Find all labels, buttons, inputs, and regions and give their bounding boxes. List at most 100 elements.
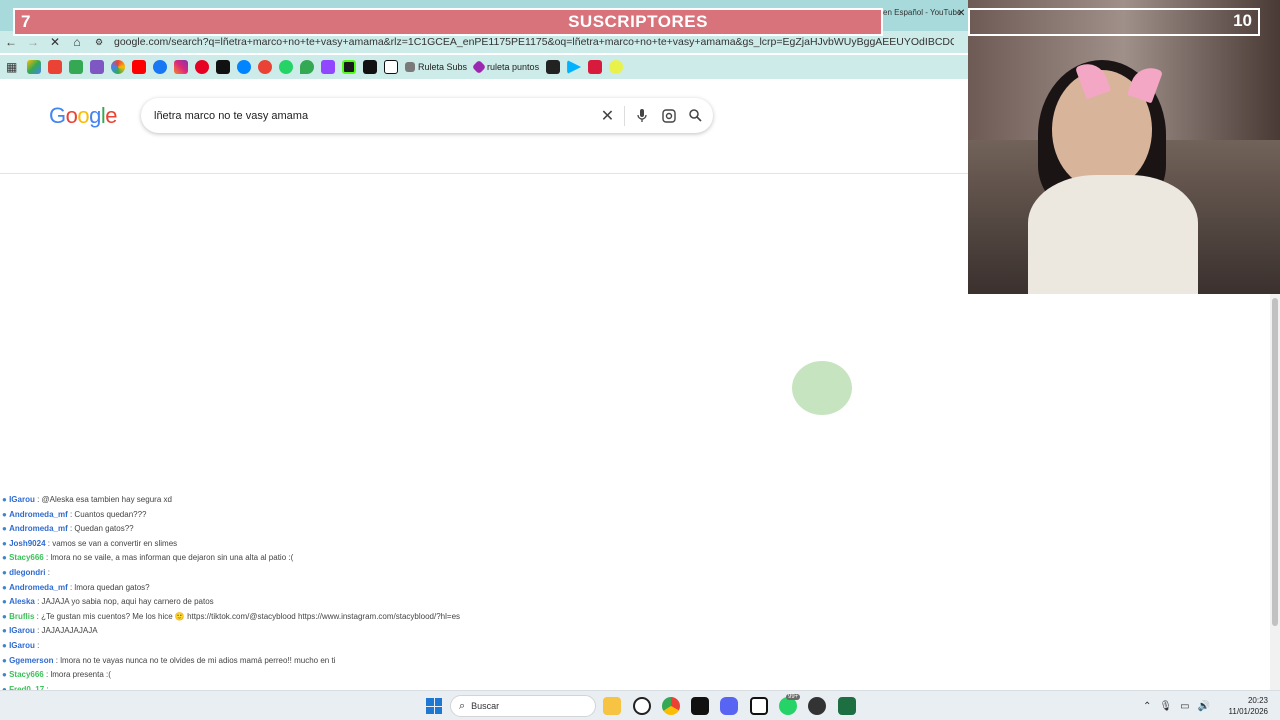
search-box[interactable]: lñetra marco no te vasy amama ✕ [141,98,713,133]
chat-badge-icon: ● [2,509,10,519]
bookmarks-bar: ▦ Ruleta Subs ruleta puntos [0,55,968,79]
streamer-webcam [968,0,1280,294]
chat-badge-icon: ● [2,582,10,592]
network-icon[interactable]: ▭ [1180,701,1189,712]
subscriber-goal-box [968,8,1260,36]
chat-username: Andromeda_mf [9,582,68,592]
file-explorer-icon[interactable] [603,697,621,715]
chat-text: : [37,640,40,650]
chat-badge-icon: ● [2,538,10,548]
bookmark-pencil-icon[interactable] [363,60,377,74]
search-icon[interactable] [682,102,709,129]
chat-badge-icon: ● [2,597,10,607]
bookmark-drive-icon[interactable] [27,60,41,74]
chat-message: ● Stacy666 : lmora presenta :( [2,668,302,683]
bookmark-play-icon[interactable] [567,60,582,74]
webcam-body [1028,175,1198,294]
address-bar-url[interactable]: google.com/search?q=lñetra+marco+no+te+v… [114,36,954,48]
chat-username: Stacy666 [9,670,44,680]
chevron-up-icon[interactable]: ⌃ [1143,701,1151,712]
bookmark-forms-icon[interactable] [90,60,104,74]
chat-username: IGarou [9,626,35,636]
bookmark-red-icon[interactable] [588,60,603,74]
taskbar-search-label: Buscar [471,701,500,711]
system-tray: ⌃ 🎙 ▭ 🔊 [1143,691,1210,720]
windows-taskbar: ⌕ Buscar 99+ ⌃ 🎙 ▭ 🔊 20:23 11/01/2026 [0,690,1280,720]
volume-icon[interactable]: 🔊 [1198,701,1210,712]
chat-message: ● IGarou : JAJAJAJAJAJA [2,624,302,639]
taskbar-clock[interactable]: 20:23 11/01/2026 [1222,695,1268,717]
page-scrollbar[interactable] [1270,294,1280,690]
bookmark-ruleta-subs[interactable]: Ruleta Subs [405,62,467,72]
chat-text: : lmora no te vayas nunca no te olvides … [55,655,336,665]
chat-message: ● Josh9024 : vamos se van a convertir en… [2,537,302,552]
chat-message: ● Aleska : JAJAJA yo sabia nop, aqui hay… [2,595,302,610]
bookmark-ruleta-puntos[interactable]: ruleta puntos [471,59,539,75]
chat-text: : lmora presenta :( [46,670,111,680]
bookmark-facebook-icon[interactable] [153,60,167,74]
bookmark-maps-icon[interactable] [300,60,314,74]
microphone-tray-icon[interactable]: 🎙 [1159,701,1172,712]
taskbar-search[interactable]: ⌕ Buscar [450,695,596,717]
clock-date: 11/01/2026 [1228,707,1268,716]
chat-badge-icon: ● [2,655,10,665]
chat-message: ● IGarou : [2,639,302,654]
chat-text: : lmora no se vaile, a mas informan que … [46,553,294,563]
chat-text: : @Aleska esa tambien hay segura xd [37,495,172,504]
chat-username: Andromeda_mf [9,524,68,534]
chat-badge-icon: ● [2,524,10,534]
bookmark-youtube-icon[interactable] [132,60,146,74]
google-logo[interactable]: Google [49,103,118,129]
capcut-icon[interactable] [691,697,709,715]
chat-text: : JAJAJAJAJAJA [37,626,98,636]
chat-text: : Cuantos quedan??? [69,509,147,519]
scrollbar-thumb[interactable] [1272,298,1278,626]
chatgpt-icon[interactable] [633,697,651,715]
chat-badge-icon: ● [2,495,10,504]
chat-text: : ¿Te gustan mis cuentos? Me los hice 🙂 … [36,611,461,621]
chat-username: Aleska [9,597,35,607]
chat-username: Ggemerson [9,655,54,665]
chat-username: Josh9024 [9,538,46,548]
bookmark-ruleta-subs-label: Ruleta Subs [418,62,468,72]
chat-text: : [47,567,50,577]
bookmark-kick-icon[interactable] [342,60,356,74]
chat-badge-icon: ● [2,567,10,577]
chat-username: IGarou [9,640,35,650]
bookmark-dark-icon[interactable] [546,60,561,74]
bookmark-sheets-icon[interactable] [69,60,83,74]
clock-time: 20:23 [1247,696,1268,705]
bookmark-messenger-icon[interactable] [237,60,251,74]
chat-message: ● Andromeda_mf : lmora quedan gatos? [2,581,302,596]
discord-icon[interactable] [720,697,738,715]
notion-icon[interactable] [750,697,768,715]
apps-grid-icon[interactable]: ▦ [6,60,20,74]
bookmark-instagram-icon[interactable] [174,60,188,74]
excel-icon[interactable] [838,697,856,715]
search-input[interactable]: lñetra marco no te vasy amama [154,110,594,122]
chat-message: ● Stacy666 : lmora no se vaile, a mas in… [2,551,302,566]
bookmark-chrome-icon[interactable] [258,60,272,74]
lens-icon[interactable] [655,102,682,129]
bookmark-photos-icon[interactable] [111,60,125,74]
subscriber-goal-banner: 7 SUSCRIPTORES [13,8,883,36]
bookmark-whatsapp-icon[interactable] [279,60,293,74]
clear-icon[interactable]: ✕ [594,102,621,129]
bookmark-mail-icon[interactable] [384,60,398,74]
search-icon: ⌕ [459,699,466,712]
chat-username: Bruflis [9,611,35,621]
chat-badge-icon: ● [2,611,10,621]
chat-username: IGarou [9,495,35,504]
chat-message: ● Andromeda_mf : Quedan gatos?? [2,522,302,537]
chat-username: Stacy666 [9,553,44,563]
chrome-icon[interactable] [662,697,680,715]
bookmark-twitch-icon[interactable] [321,60,335,74]
microphone-icon[interactable] [628,102,655,129]
bookmark-yellow-icon[interactable] [609,60,624,74]
bookmark-pinterest-icon[interactable] [195,60,209,74]
obs-icon[interactable] [808,697,826,715]
windows-start-icon[interactable] [426,698,442,714]
bookmark-gmail-icon[interactable] [48,60,62,74]
bookmark-tiktok-icon[interactable] [216,60,230,74]
chat-badge-icon: ● [2,640,10,650]
